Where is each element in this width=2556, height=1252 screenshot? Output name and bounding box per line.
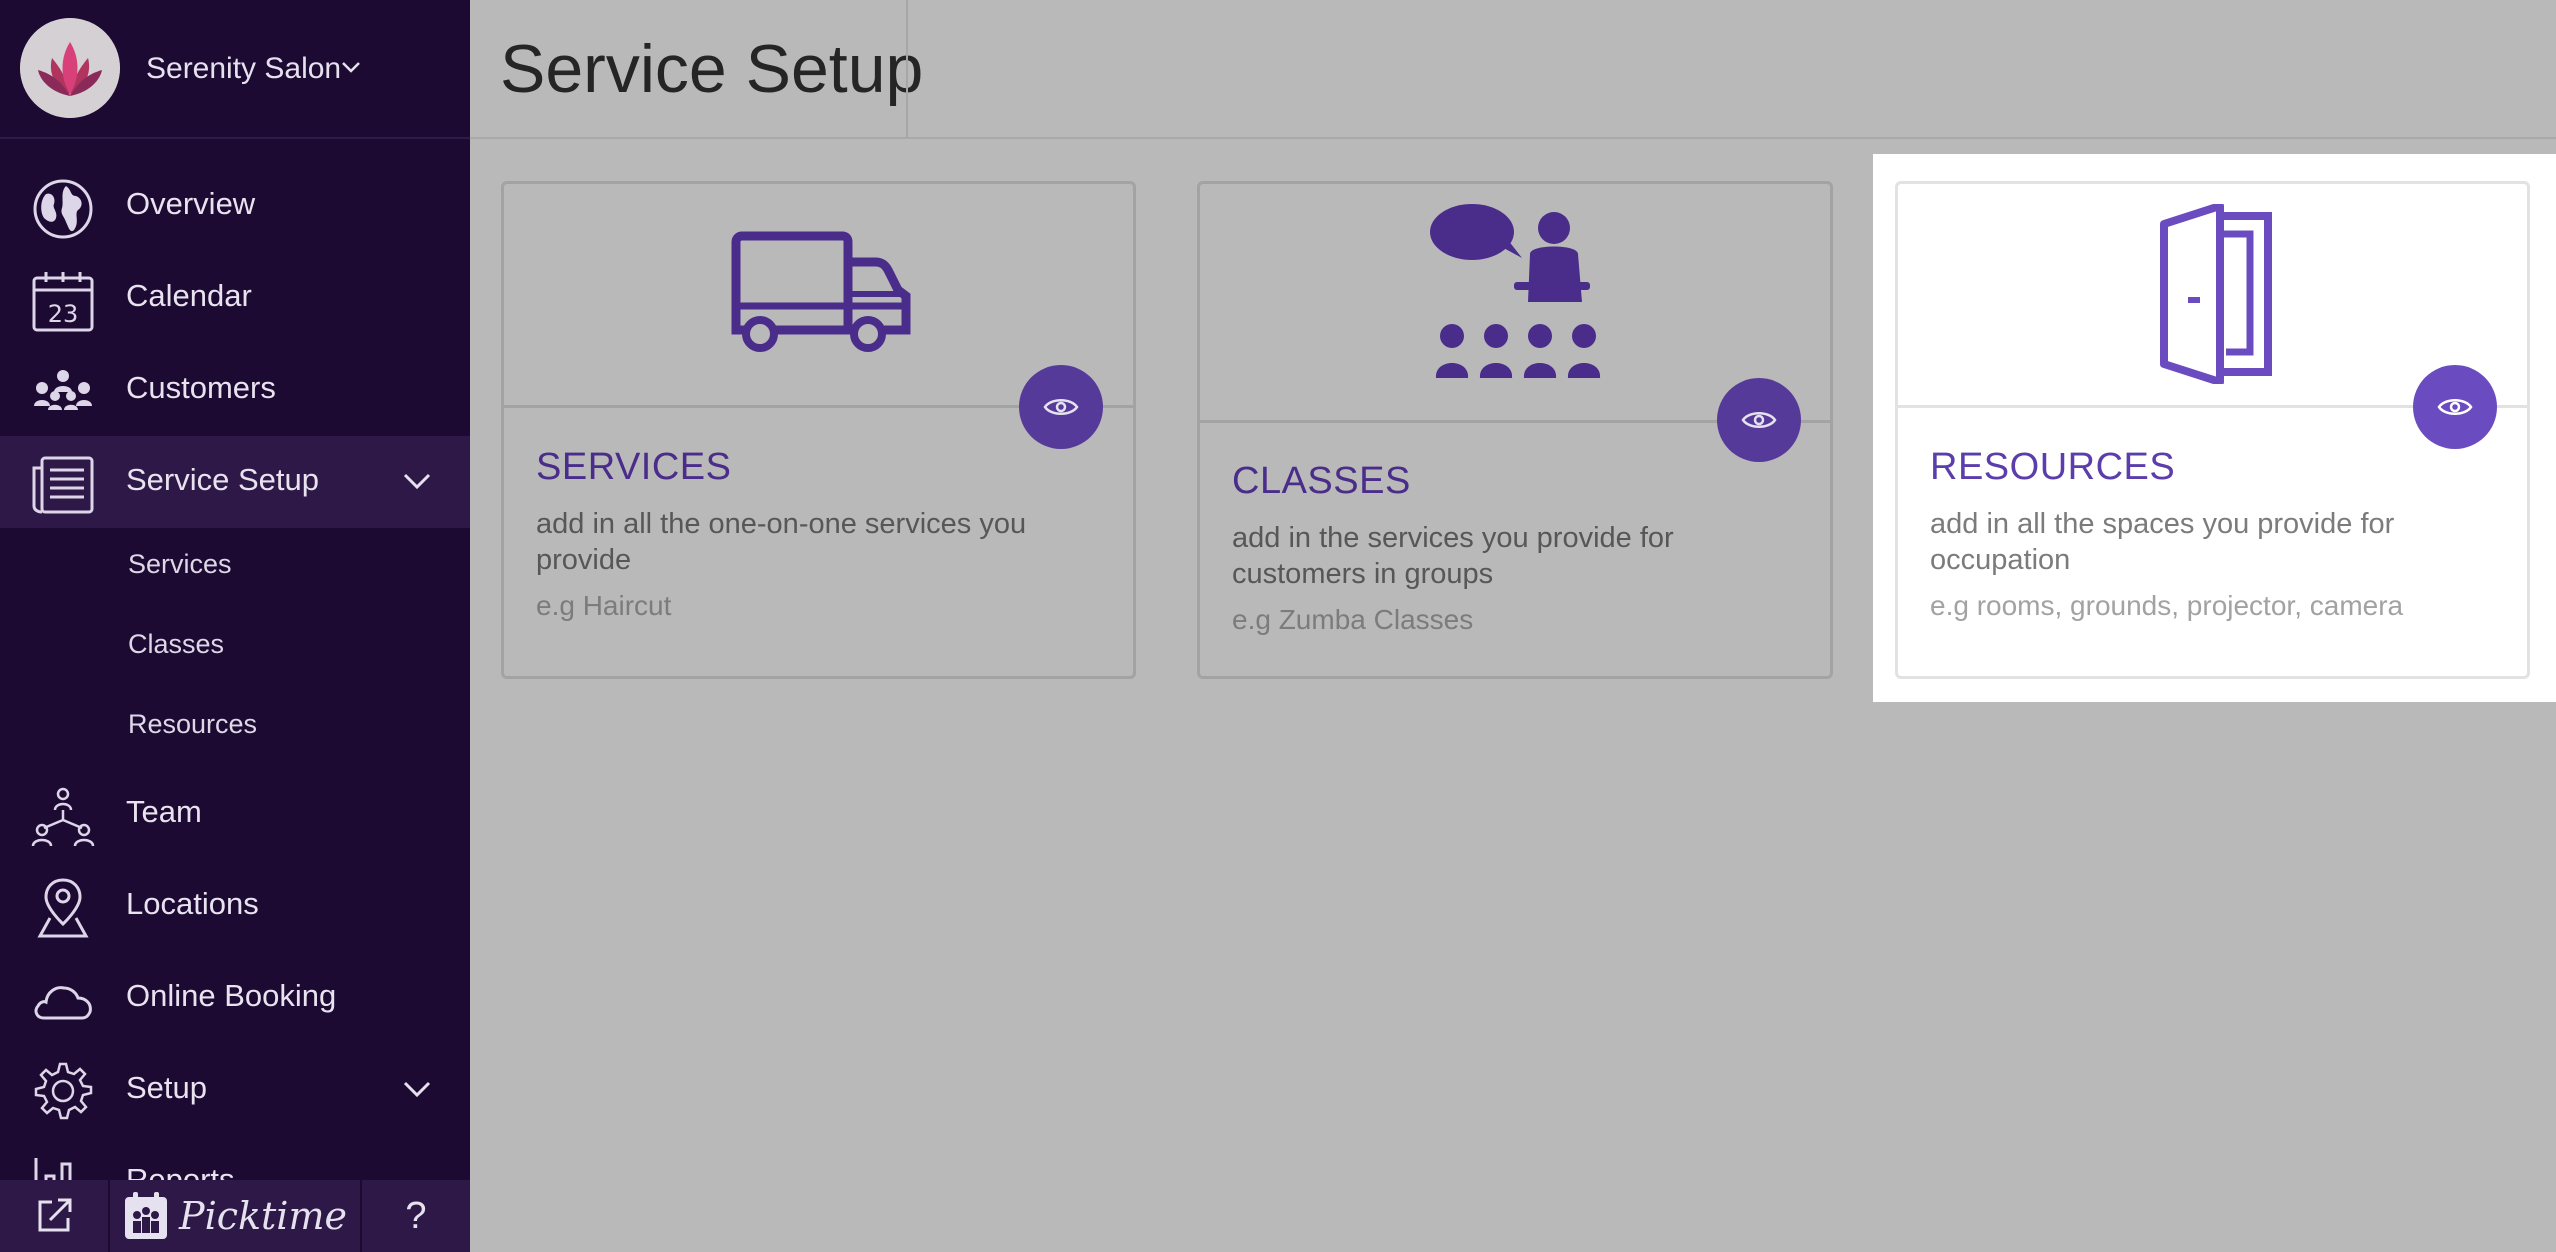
view-resources-button[interactable] [2413, 365, 2497, 449]
sidebar-item-overview[interactable]: Overview [0, 160, 470, 252]
sidebar-item-label: Setup [126, 1070, 208, 1105]
class-group-icon [1430, 204, 1601, 378]
customers-icon [34, 370, 92, 410]
chevron-down-icon [403, 1081, 431, 1098]
resources-card[interactable]: RESOURCES add in all the spaces you prov… [1895, 181, 2530, 679]
classes-card[interactable]: CLASSES add in the services you provide … [1197, 181, 1833, 679]
brand-switcher[interactable]: Serenity Salon [0, 0, 470, 139]
sidebar-item-online-booking[interactable]: Online Booking [0, 952, 470, 1044]
sidebar-subitem-classes[interactable]: Classes [128, 614, 224, 674]
eye-icon [2437, 399, 2473, 415]
cloud-icon [34, 986, 92, 1020]
picktime-logo[interactable]: Picktime [110, 1180, 360, 1252]
header-divider [906, 0, 908, 137]
globe-icon [33, 179, 93, 239]
sidebar-footer: Picktime ? [0, 1180, 470, 1252]
list-document-icon [32, 456, 94, 514]
card-example: e.g Haircut [536, 590, 672, 621]
picktime-wordmark: Picktime [179, 1194, 347, 1238]
sidebar-item-label: Overview [126, 186, 256, 221]
card-description: add in all the spaces you provide for oc… [1930, 508, 2395, 576]
card-example: e.g rooms, grounds, projector, camera [1930, 590, 2404, 621]
location-pin-icon [37, 878, 89, 938]
sidebar-item-label: Service Setup [126, 462, 319, 497]
sidebar-item-label: Online Booking [126, 978, 337, 1013]
sidebar-item-setup[interactable]: Setup [0, 1044, 470, 1136]
team-icon [31, 787, 95, 847]
external-link-button[interactable] [0, 1180, 108, 1252]
view-services-button[interactable] [1019, 365, 1103, 449]
van-icon [731, 231, 911, 352]
sidebar-item-label: Locations [126, 886, 259, 921]
sidebar-item-calendar[interactable]: 23 Calendar [0, 252, 470, 344]
brand-logo [20, 18, 120, 118]
help-icon: ? [405, 1194, 427, 1237]
picktime-calendar-icon [125, 1192, 167, 1239]
help-button[interactable]: ? [362, 1180, 470, 1252]
page-header: Service Setup [470, 0, 2556, 139]
card-description: add in the services you provide for cust… [1232, 522, 1674, 590]
card-title: RESOURCES [1930, 446, 2176, 488]
sidebar-item-label: Calendar [126, 278, 252, 313]
card-example: e.g Zumba Classes [1232, 604, 1474, 635]
calendar-date-text: 23 [48, 300, 79, 328]
door-icon [2160, 204, 2272, 384]
brand-name: Serenity Salon [146, 52, 342, 85]
gear-icon [34, 1062, 93, 1120]
sidebar-item-customers[interactable]: Customers [0, 344, 470, 436]
sidebar-item-locations[interactable]: Locations [0, 860, 470, 952]
view-classes-button[interactable] [1717, 378, 1801, 462]
sidebar-item-service-setup[interactable]: Service Setup [0, 436, 470, 528]
sidebar-subitem-resources[interactable]: Resources [128, 694, 257, 754]
sidebar-subitem-services[interactable]: Services [128, 534, 232, 594]
eye-icon [1741, 412, 1777, 428]
page-title: Service Setup [500, 31, 924, 107]
sidebar-item-label: Team [126, 794, 202, 829]
card-title: CLASSES [1232, 460, 1411, 502]
eye-icon [1043, 399, 1079, 415]
chevron-down-icon [403, 473, 431, 490]
external-link-icon [38, 1198, 72, 1232]
services-card[interactable]: SERVICES add in all the one-on-one servi… [501, 181, 1136, 679]
chevron-down-icon [342, 62, 360, 73]
calendar-icon: 23 [32, 272, 94, 332]
sidebar-item-label: Customers [126, 370, 276, 405]
sidebar-item-team[interactable]: Team [0, 768, 470, 860]
card-description: add in all the one-on-one services you p… [536, 508, 1027, 576]
card-title: SERVICES [536, 446, 732, 488]
sidebar: Serenity Salon Overview 23 Calendar Cust… [0, 0, 470, 1252]
